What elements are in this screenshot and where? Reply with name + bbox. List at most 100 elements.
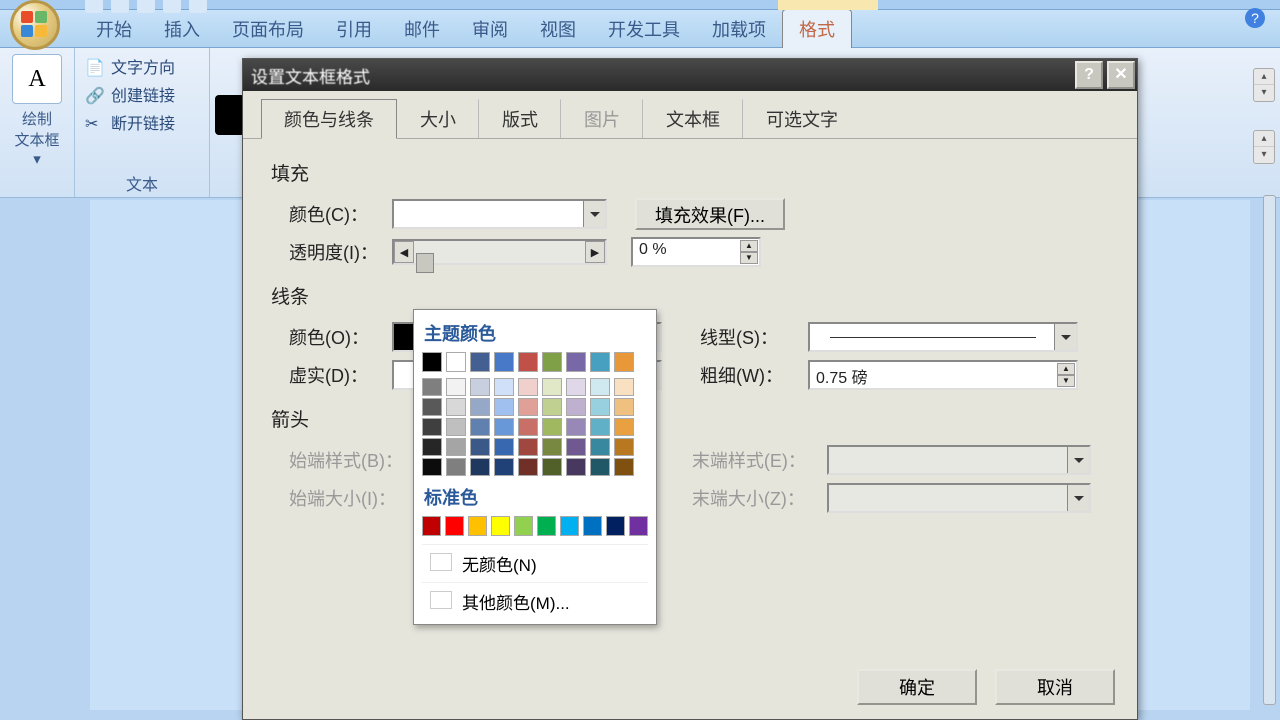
color-swatch[interactable] [518, 378, 538, 396]
color-swatch[interactable] [518, 352, 538, 372]
color-swatch[interactable] [422, 378, 442, 396]
fill-effects-button[interactable]: 填充效果(F)... [635, 198, 785, 230]
line-style-combo[interactable] [808, 322, 1078, 352]
color-swatch[interactable] [590, 378, 610, 396]
tab-view[interactable]: 视图 [524, 10, 592, 48]
color-swatch[interactable] [514, 516, 533, 536]
color-swatch[interactable] [590, 458, 610, 476]
qat-icon[interactable] [111, 0, 129, 13]
color-swatch[interactable] [537, 516, 556, 536]
slider-left-icon[interactable]: ◀ [394, 241, 414, 263]
color-swatch[interactable] [470, 398, 490, 416]
dialog-help-button[interactable]: ? [1075, 61, 1103, 89]
color-swatch[interactable] [518, 438, 538, 456]
spin-up-icon[interactable]: ▲ [740, 240, 758, 252]
color-swatch[interactable] [583, 516, 602, 536]
transparency-input[interactable]: 0 % ▲▼ [631, 237, 761, 267]
color-swatch[interactable] [494, 458, 514, 476]
slider-thumb[interactable] [416, 253, 434, 273]
color-swatch[interactable] [606, 516, 625, 536]
color-swatch[interactable] [446, 438, 466, 456]
qat-icon[interactable] [85, 0, 103, 13]
ok-button[interactable]: 确定 [857, 669, 977, 705]
color-swatch[interactable] [629, 516, 648, 536]
help-button[interactable]: ? [1245, 8, 1265, 28]
qat-icon[interactable] [137, 0, 155, 13]
dialog-titlebar[interactable]: 设置文本框格式 ? ✕ [243, 59, 1137, 91]
color-swatch[interactable] [566, 458, 586, 476]
slider-right-icon[interactable]: ▶ [585, 241, 605, 263]
color-swatch[interactable] [560, 516, 579, 536]
color-swatch[interactable] [614, 458, 634, 476]
color-swatch[interactable] [566, 398, 586, 416]
color-swatch[interactable] [542, 378, 562, 396]
color-swatch[interactable] [566, 418, 586, 436]
color-swatch[interactable] [494, 418, 514, 436]
tab-home[interactable]: 开始 [80, 10, 148, 48]
tab-format[interactable]: 格式 [782, 9, 852, 48]
color-swatch[interactable] [445, 516, 464, 536]
office-button[interactable] [10, 0, 60, 50]
color-swatch[interactable] [518, 418, 538, 436]
tab-references[interactable]: 引用 [320, 10, 388, 48]
scroll-widget-2[interactable]: ▴▾ [1253, 130, 1275, 164]
color-swatch[interactable] [422, 438, 442, 456]
dtab-layout[interactable]: 版式 [479, 99, 561, 138]
color-swatch[interactable] [470, 352, 490, 372]
color-swatch[interactable] [494, 438, 514, 456]
tab-page-layout[interactable]: 页面布局 [216, 10, 320, 48]
dtab-alt-text[interactable]: 可选文字 [743, 99, 860, 138]
color-swatch[interactable] [566, 378, 586, 396]
spin-down-icon[interactable]: ▼ [1057, 375, 1075, 387]
dtab-color-lines[interactable]: 颜色与线条 [261, 99, 397, 139]
no-color-option[interactable]: 无颜色(N) [422, 544, 648, 582]
color-swatch[interactable] [468, 516, 487, 536]
color-swatch[interactable] [491, 516, 510, 536]
color-swatch[interactable] [614, 398, 634, 416]
color-swatch[interactable] [422, 418, 442, 436]
color-swatch[interactable] [542, 458, 562, 476]
color-swatch[interactable] [494, 398, 514, 416]
color-swatch[interactable] [542, 398, 562, 416]
tab-mailings[interactable]: 邮件 [388, 10, 456, 48]
color-swatch[interactable] [494, 352, 514, 372]
color-swatch[interactable] [446, 378, 466, 396]
color-swatch[interactable] [614, 352, 634, 372]
color-swatch[interactable] [590, 418, 610, 436]
qat-icon[interactable] [163, 0, 181, 13]
cancel-button[interactable]: 取消 [995, 669, 1115, 705]
color-swatch[interactable] [614, 378, 634, 396]
color-swatch[interactable] [470, 378, 490, 396]
color-swatch[interactable] [590, 398, 610, 416]
color-swatch[interactable] [542, 418, 562, 436]
dialog-close-button[interactable]: ✕ [1107, 61, 1135, 89]
more-colors-option[interactable]: 其他颜色(M)... [422, 582, 648, 620]
dtab-textbox[interactable]: 文本框 [643, 99, 743, 138]
color-swatch[interactable] [470, 418, 490, 436]
color-swatch[interactable] [542, 438, 562, 456]
selected-shape[interactable] [215, 95, 245, 135]
vertical-scrollbar[interactable] [1263, 195, 1276, 705]
tab-addins[interactable]: 加载项 [696, 10, 782, 48]
color-swatch[interactable] [422, 352, 442, 372]
spin-down-icon[interactable]: ▼ [740, 252, 758, 264]
line-weight-input[interactable]: 0.75 磅 ▲▼ [808, 360, 1078, 390]
scroll-widget-top[interactable]: ▴▾ [1253, 68, 1275, 102]
color-swatch[interactable] [422, 516, 441, 536]
color-swatch[interactable] [446, 352, 466, 372]
color-swatch[interactable] [518, 458, 538, 476]
color-swatch[interactable] [422, 458, 442, 476]
color-swatch[interactable] [422, 398, 442, 416]
color-swatch[interactable] [446, 418, 466, 436]
color-swatch[interactable] [494, 378, 514, 396]
text-direction-button[interactable]: 📄文字方向 [85, 54, 199, 78]
color-swatch[interactable] [446, 398, 466, 416]
tab-insert[interactable]: 插入 [148, 10, 216, 48]
tab-review[interactable]: 审阅 [456, 10, 524, 48]
dtab-size[interactable]: 大小 [397, 99, 479, 138]
color-swatch[interactable] [518, 398, 538, 416]
color-swatch[interactable] [590, 352, 610, 372]
color-swatch[interactable] [446, 458, 466, 476]
color-swatch[interactable] [566, 438, 586, 456]
draw-textbox-button[interactable]: A [12, 54, 62, 104]
